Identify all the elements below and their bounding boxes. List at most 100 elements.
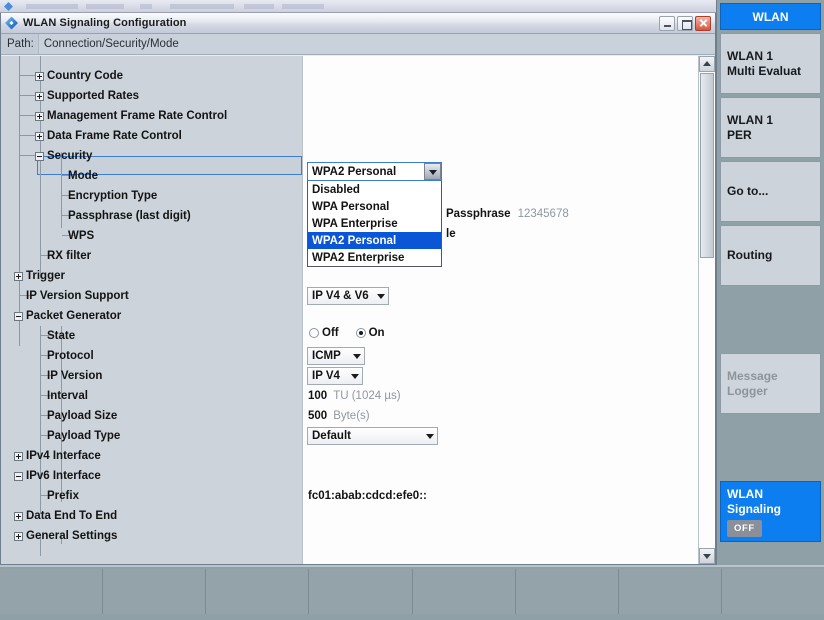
mode-select-head[interactable]: WPA2 Personal [307,162,442,181]
interval-readout[interactable]: 100 TU (1024 µs) [308,386,401,406]
tree-item-label: Management Frame Rate Control [47,110,228,122]
tree-item-data-end-to-end[interactable]: Data End To End [1,506,302,526]
taskbar-slot[interactable] [103,569,207,614]
sidebar-header: WLAN [720,3,821,30]
taskbar [0,565,824,620]
state-on-radio[interactable]: On [355,327,385,339]
mode-option-selected[interactable]: WPA2 Personal [308,232,441,249]
tree-item-state[interactable]: State [1,326,302,346]
payload-size-readout[interactable]: 500 Byte(s) [308,406,370,426]
collapse-icon[interactable] [14,311,23,321]
collapse-icon[interactable] [35,151,44,161]
state-off-radio[interactable]: Off [309,327,339,339]
tree-item-label: Packet Generator [26,310,122,322]
tree-item-encryption-type[interactable]: Encryption Type [1,186,302,206]
softkey-routing[interactable]: Routing [720,225,821,286]
tree-item-payload-size[interactable]: Payload Size [1,406,302,426]
softkey-line: WLAN 1 [727,112,773,127]
collapse-icon[interactable] [14,471,23,481]
tree-item-rx-filter[interactable]: RX filter [1,246,302,266]
vertical-scrollbar[interactable] [698,56,715,564]
taskbar-slot[interactable] [206,569,310,614]
tree-item-ip-version[interactable]: IP Version [1,366,302,386]
tree-item-ip-version-support[interactable]: IP Version Support [1,286,302,306]
minimize-button[interactable] [659,15,675,31]
tree-item-label: State [47,330,76,342]
softkey-wlan1-multi-evaluation[interactable]: WLAN 1 Multi Evaluat [720,33,821,94]
window-title: WLAN Signaling Configuration [23,17,187,29]
tree-item-trigger[interactable]: Trigger [1,266,302,286]
passphrase-readout: Passphrase 12345678 [446,204,569,224]
interval-unit: TU (1024 µs) [333,390,401,402]
tree-item-management-frame-rate-control[interactable]: Management Frame Rate Control [1,106,302,126]
protocol-select[interactable]: ICMP [307,347,365,365]
tree-item-interval[interactable]: Interval [1,386,302,406]
tree-item-label: Payload Size [47,410,118,422]
scrollbar-thumb[interactable] [700,73,714,258]
prefix-readout[interactable]: fc01:abab:cdcd:efe0:: [308,486,427,506]
tree-item-data-frame-rate-control[interactable]: Data Frame Rate Control [1,126,302,146]
mode-select-open[interactable]: WPA2 Personal Disabled WPA Personal WPA … [307,162,442,267]
taskbar-slot[interactable] [309,569,413,614]
tree-item-label: RX filter [47,250,92,262]
path-value[interactable]: Connection/Security/Mode [37,34,715,54]
ip-version-select[interactable]: IP V4 [307,367,363,385]
softkey-wlan-signaling[interactable]: WLAN Signaling OFF [720,481,821,542]
chevron-down-icon[interactable] [424,163,441,180]
tree-item-label: IP Version [47,370,103,382]
expand-icon[interactable] [14,271,23,281]
tree-item-wps[interactable]: WPS [1,226,302,246]
tree-item-label: Data End To End [26,510,118,522]
ip-version-support-select[interactable]: IP V4 & V6 [307,287,389,305]
expand-icon[interactable] [14,531,23,541]
softkey-line: Multi Evaluat [727,63,802,78]
tree-item-prefix[interactable]: Prefix [1,486,302,506]
taskbar-slot[interactable] [515,569,619,614]
taskbar-slot[interactable] [0,569,104,614]
tree-item-label: General Settings [26,530,118,542]
state-off-label: Off [322,327,339,339]
mode-option[interactable]: WPA Personal [308,198,441,215]
mode-option[interactable]: WPA2 Enterprise [308,249,441,266]
payload-type-select[interactable]: Default [307,427,438,445]
window-titlebar[interactable]: WLAN Signaling Configuration [1,13,715,34]
close-button[interactable] [695,15,711,31]
softkey-message-logger[interactable]: Message Logger [720,353,821,414]
expand-icon[interactable] [35,91,44,101]
tree-item-general-settings[interactable]: General Settings [1,526,302,546]
background-window-titlebar[interactable] [0,0,824,13]
background-app-icon [4,2,13,11]
diamond-icon [5,16,18,30]
expand-icon[interactable] [14,511,23,521]
softkey-line: PER [727,127,752,142]
tree-item-passphrase[interactable]: Passphrase (last digit) [1,206,302,226]
tree-item-ipv4-interface[interactable]: IPv4 Interface [1,446,302,466]
softkey-go-to[interactable]: Go to... [720,161,821,222]
tree-item-mode[interactable]: Mode [1,166,302,186]
tree-item-label: Security [47,150,93,162]
settings-content: Country Code Supported Rates Management … [1,55,715,564]
mode-option[interactable]: WPA Enterprise [308,215,441,232]
tree-item-protocol[interactable]: Protocol [1,346,302,366]
taskbar-slot[interactable] [618,569,722,614]
tree-item-label: IPv6 Interface [26,470,101,482]
tree-item-security[interactable]: Security [1,146,302,166]
softkey-wlan1-per[interactable]: WLAN 1 PER [720,97,821,158]
tree-item-packet-generator[interactable]: Packet Generator [1,306,302,326]
tree-item-payload-type[interactable]: Payload Type [1,426,302,446]
expand-icon[interactable] [35,111,44,121]
tree-item-supported-rates[interactable]: Supported Rates [1,86,302,106]
tree-item-label: Mode [68,170,99,182]
mode-option[interactable]: Disabled [308,181,441,198]
taskbar-slot[interactable] [412,569,516,614]
state-on-label: On [368,327,385,339]
scroll-up-button[interactable] [699,56,715,72]
expand-icon[interactable] [35,131,44,141]
expand-icon[interactable] [14,451,23,461]
maximize-button[interactable] [677,15,693,31]
taskbar-slot[interactable] [721,569,824,614]
scroll-down-button[interactable] [699,548,715,564]
tree-item-country-code[interactable]: Country Code [1,66,302,86]
expand-icon[interactable] [35,71,44,81]
tree-item-ipv6-interface[interactable]: IPv6 Interface [1,466,302,486]
